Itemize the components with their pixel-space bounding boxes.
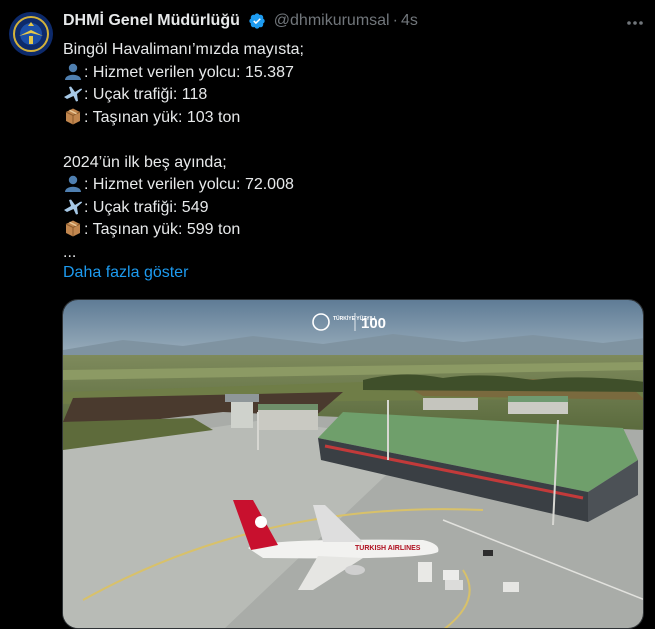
package-icon — [65, 220, 81, 237]
watermark-100: 100 — [361, 315, 386, 332]
text-line: : Hizmet verilen yolcu: 15.387 — [63, 62, 633, 85]
bust-in-silhouette-icon — [65, 63, 81, 80]
tweet-timestamp[interactable]: 4s — [401, 12, 418, 29]
text-line: : Uçak trafiği: 549 — [63, 197, 633, 220]
airline-text: TURKISH AIRLINES — [355, 545, 421, 552]
more-options-icon — [627, 21, 643, 25]
separator-dot: · — [392, 12, 398, 29]
author-name[interactable]: DHMİ Genel Müdürlüğü — [63, 12, 240, 29]
text-line: : Taşınan yük: 599 ton — [63, 219, 633, 242]
text-line: : Hizmet verilen yolcu: 72.008 — [63, 174, 633, 197]
text-line: : Taşınan yük: 103 ton — [63, 107, 633, 130]
airplane-icon — [64, 86, 83, 102]
tweet-media-photo[interactable]: TURKISH AIRLINES TÜRKİYE YÜZYILI 100 — [62, 299, 644, 629]
plane-traffic-value: : Uçak trafiği: 549 — [84, 198, 209, 216]
passenger-value: : Hizmet verilen yolcu: 15.387 — [84, 63, 294, 81]
text-line: 2024’ün ilk beş ayında; — [63, 153, 227, 171]
dhmi-logo-icon — [9, 12, 53, 56]
plane-traffic-value: : Uçak trafiği: 118 — [84, 86, 208, 103]
cargo-value: : Taşınan yük: 103 ton — [84, 108, 241, 126]
text-line: : Uçak trafiği: 118 — [63, 84, 633, 107]
more-options-button[interactable] — [625, 14, 645, 32]
author-handle[interactable]: @dhmikurumsal — [274, 12, 390, 29]
airplane-icon — [64, 199, 83, 214]
text-line: Bingöl Havalimanı’mızda mayısta; — [63, 41, 304, 58]
text-line-ellipsis: ... — [63, 243, 77, 261]
bust-in-silhouette-icon — [65, 175, 81, 192]
airport-aerial-photo: TURKISH AIRLINES TÜRKİYE YÜZYILI 100 — [63, 300, 643, 628]
passenger-value: : Hizmet verilen yolcu: 72.008 — [84, 176, 294, 193]
verified-badge-icon — [249, 13, 266, 29]
author-avatar[interactable] — [9, 12, 53, 56]
tweet-text: Bingöl Havalimanı’mızda mayısta; : Hizme… — [63, 39, 633, 264]
tweet-header: DHMİ Genel Müdürlüğü @dhmikurumsal · 4s — [63, 12, 643, 34]
package-icon — [65, 108, 81, 124]
show-more-link[interactable]: Daha fazla göster — [63, 264, 188, 282]
tweet[interactable]: DHMİ Genel Müdürlüğü @dhmikurumsal · 4s Bi… — [0, 0, 655, 629]
cargo-value: : Taşınan yük: 599 ton — [84, 221, 241, 238]
text-line-blank — [63, 129, 633, 152]
